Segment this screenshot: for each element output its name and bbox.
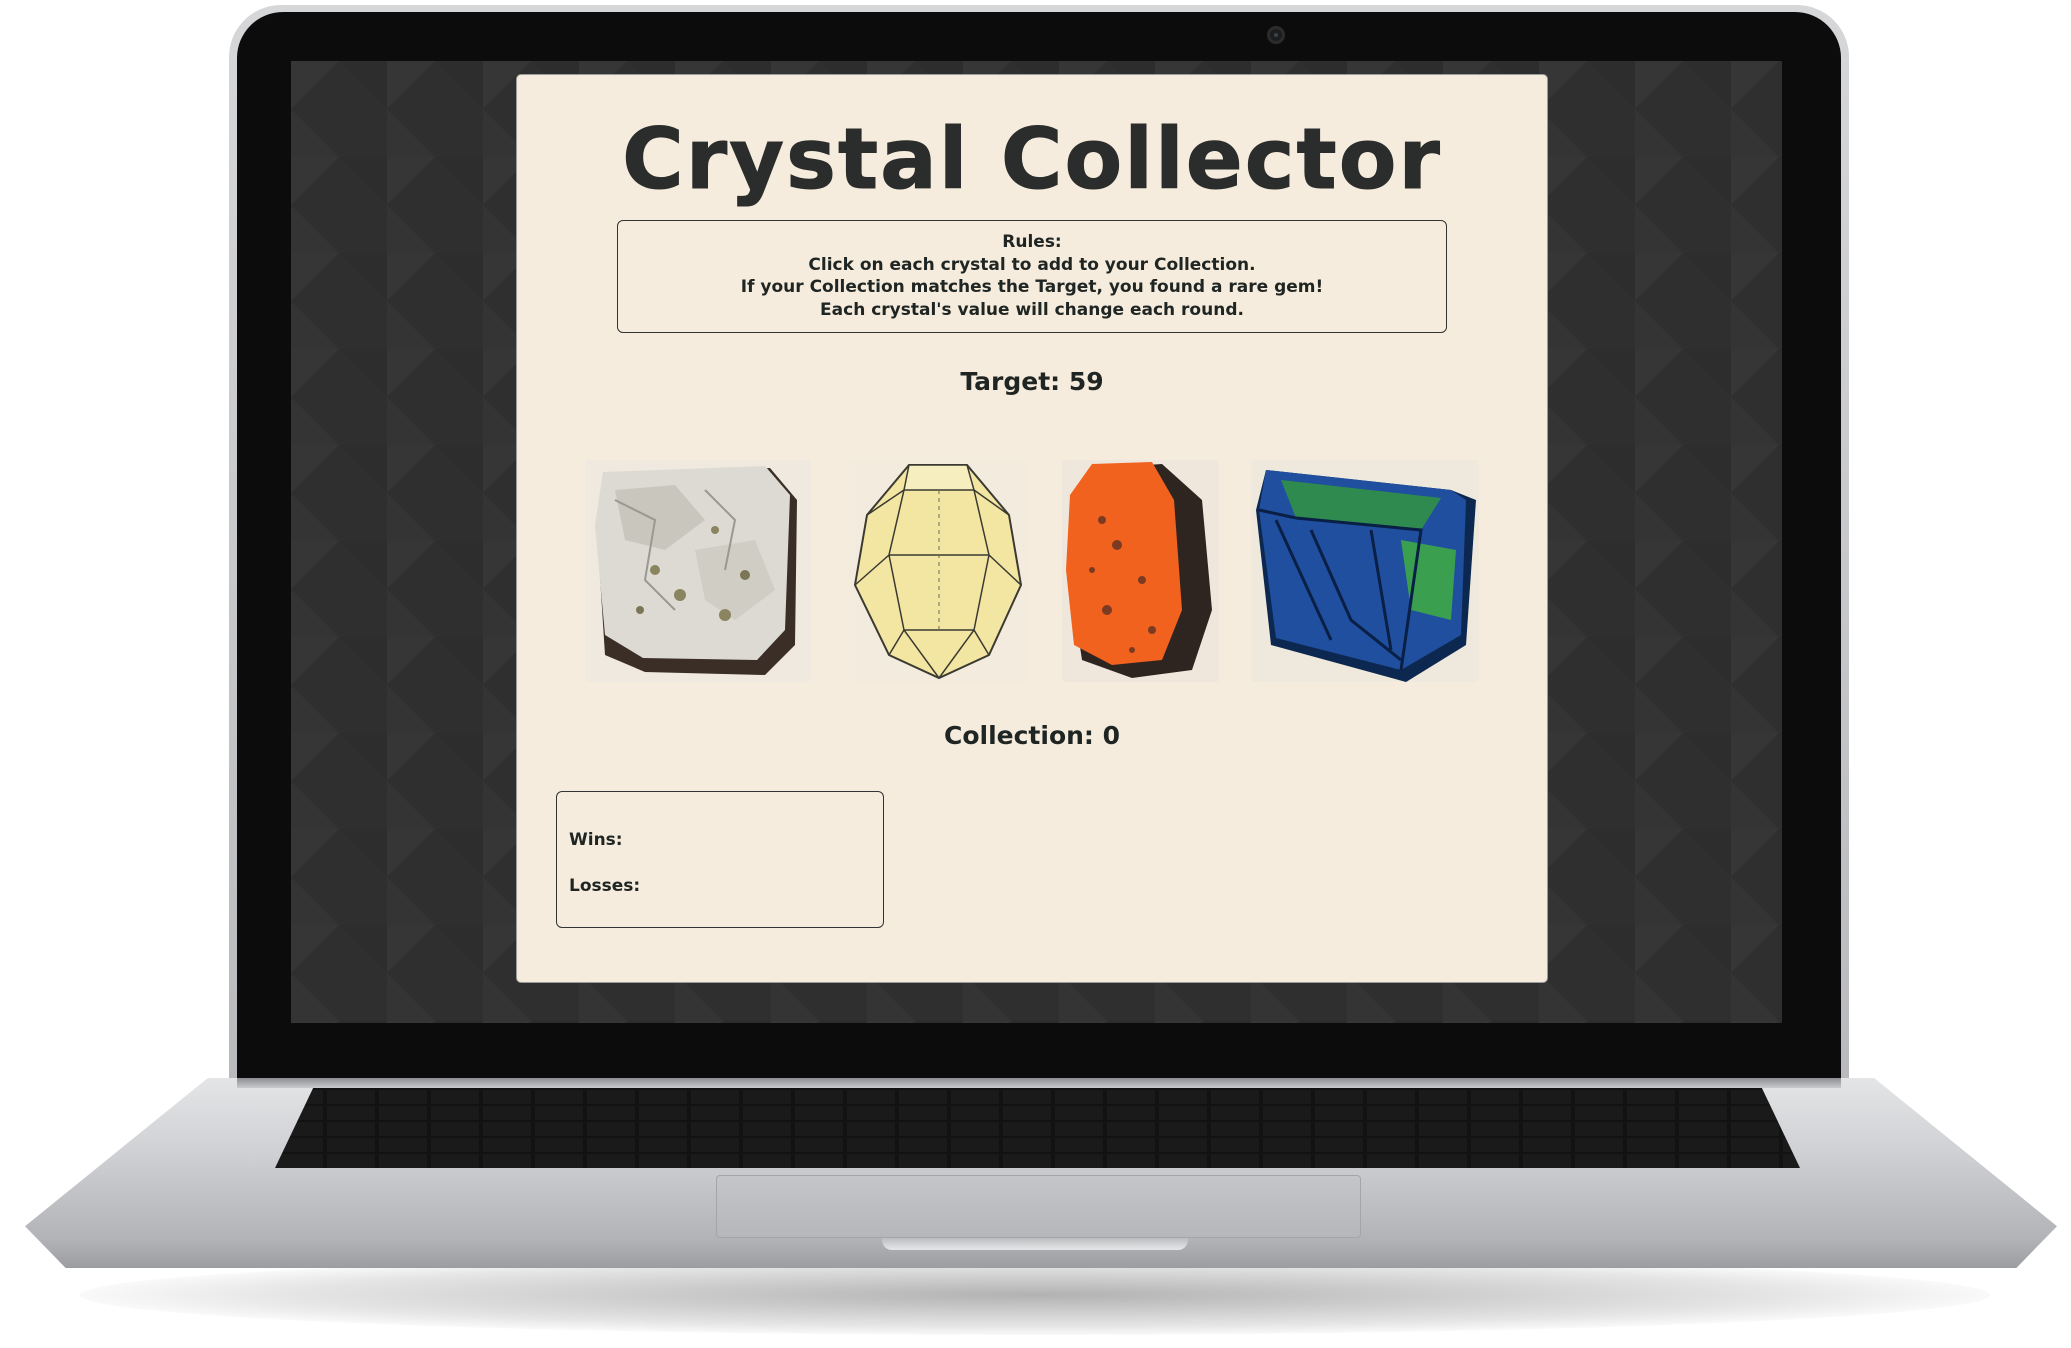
collection-score: Collection: 0 — [943, 721, 1121, 750]
crystal-button-orange[interactable] — [1062, 460, 1219, 682]
keyboard — [275, 1088, 1800, 1168]
losses-label: Losses: — [569, 876, 641, 896]
crystal-button-blue[interactable] — [1251, 460, 1479, 682]
laptop-hinge — [237, 1078, 1841, 1088]
yellow-crystal-icon — [853, 464, 1023, 680]
wins-label: Wins: — [569, 830, 623, 850]
blue-crystal-icon — [1256, 470, 1476, 682]
laptop-notch — [882, 1238, 1188, 1250]
scoreboard: Wins: Losses: — [556, 791, 884, 928]
orange-crystal-icon — [1066, 462, 1212, 678]
white-crystal-icon — [595, 466, 797, 675]
laptop-screen: Crystal Collector Rules: Click on each c… — [291, 61, 1782, 1023]
trackpad — [716, 1175, 1361, 1238]
game-card: Crystal Collector Rules: Click on each c… — [516, 74, 1548, 983]
webcam-icon — [1267, 26, 1285, 44]
crystal-button-yellow[interactable] — [849, 460, 1027, 682]
crystal-button-white[interactable] — [585, 460, 811, 682]
